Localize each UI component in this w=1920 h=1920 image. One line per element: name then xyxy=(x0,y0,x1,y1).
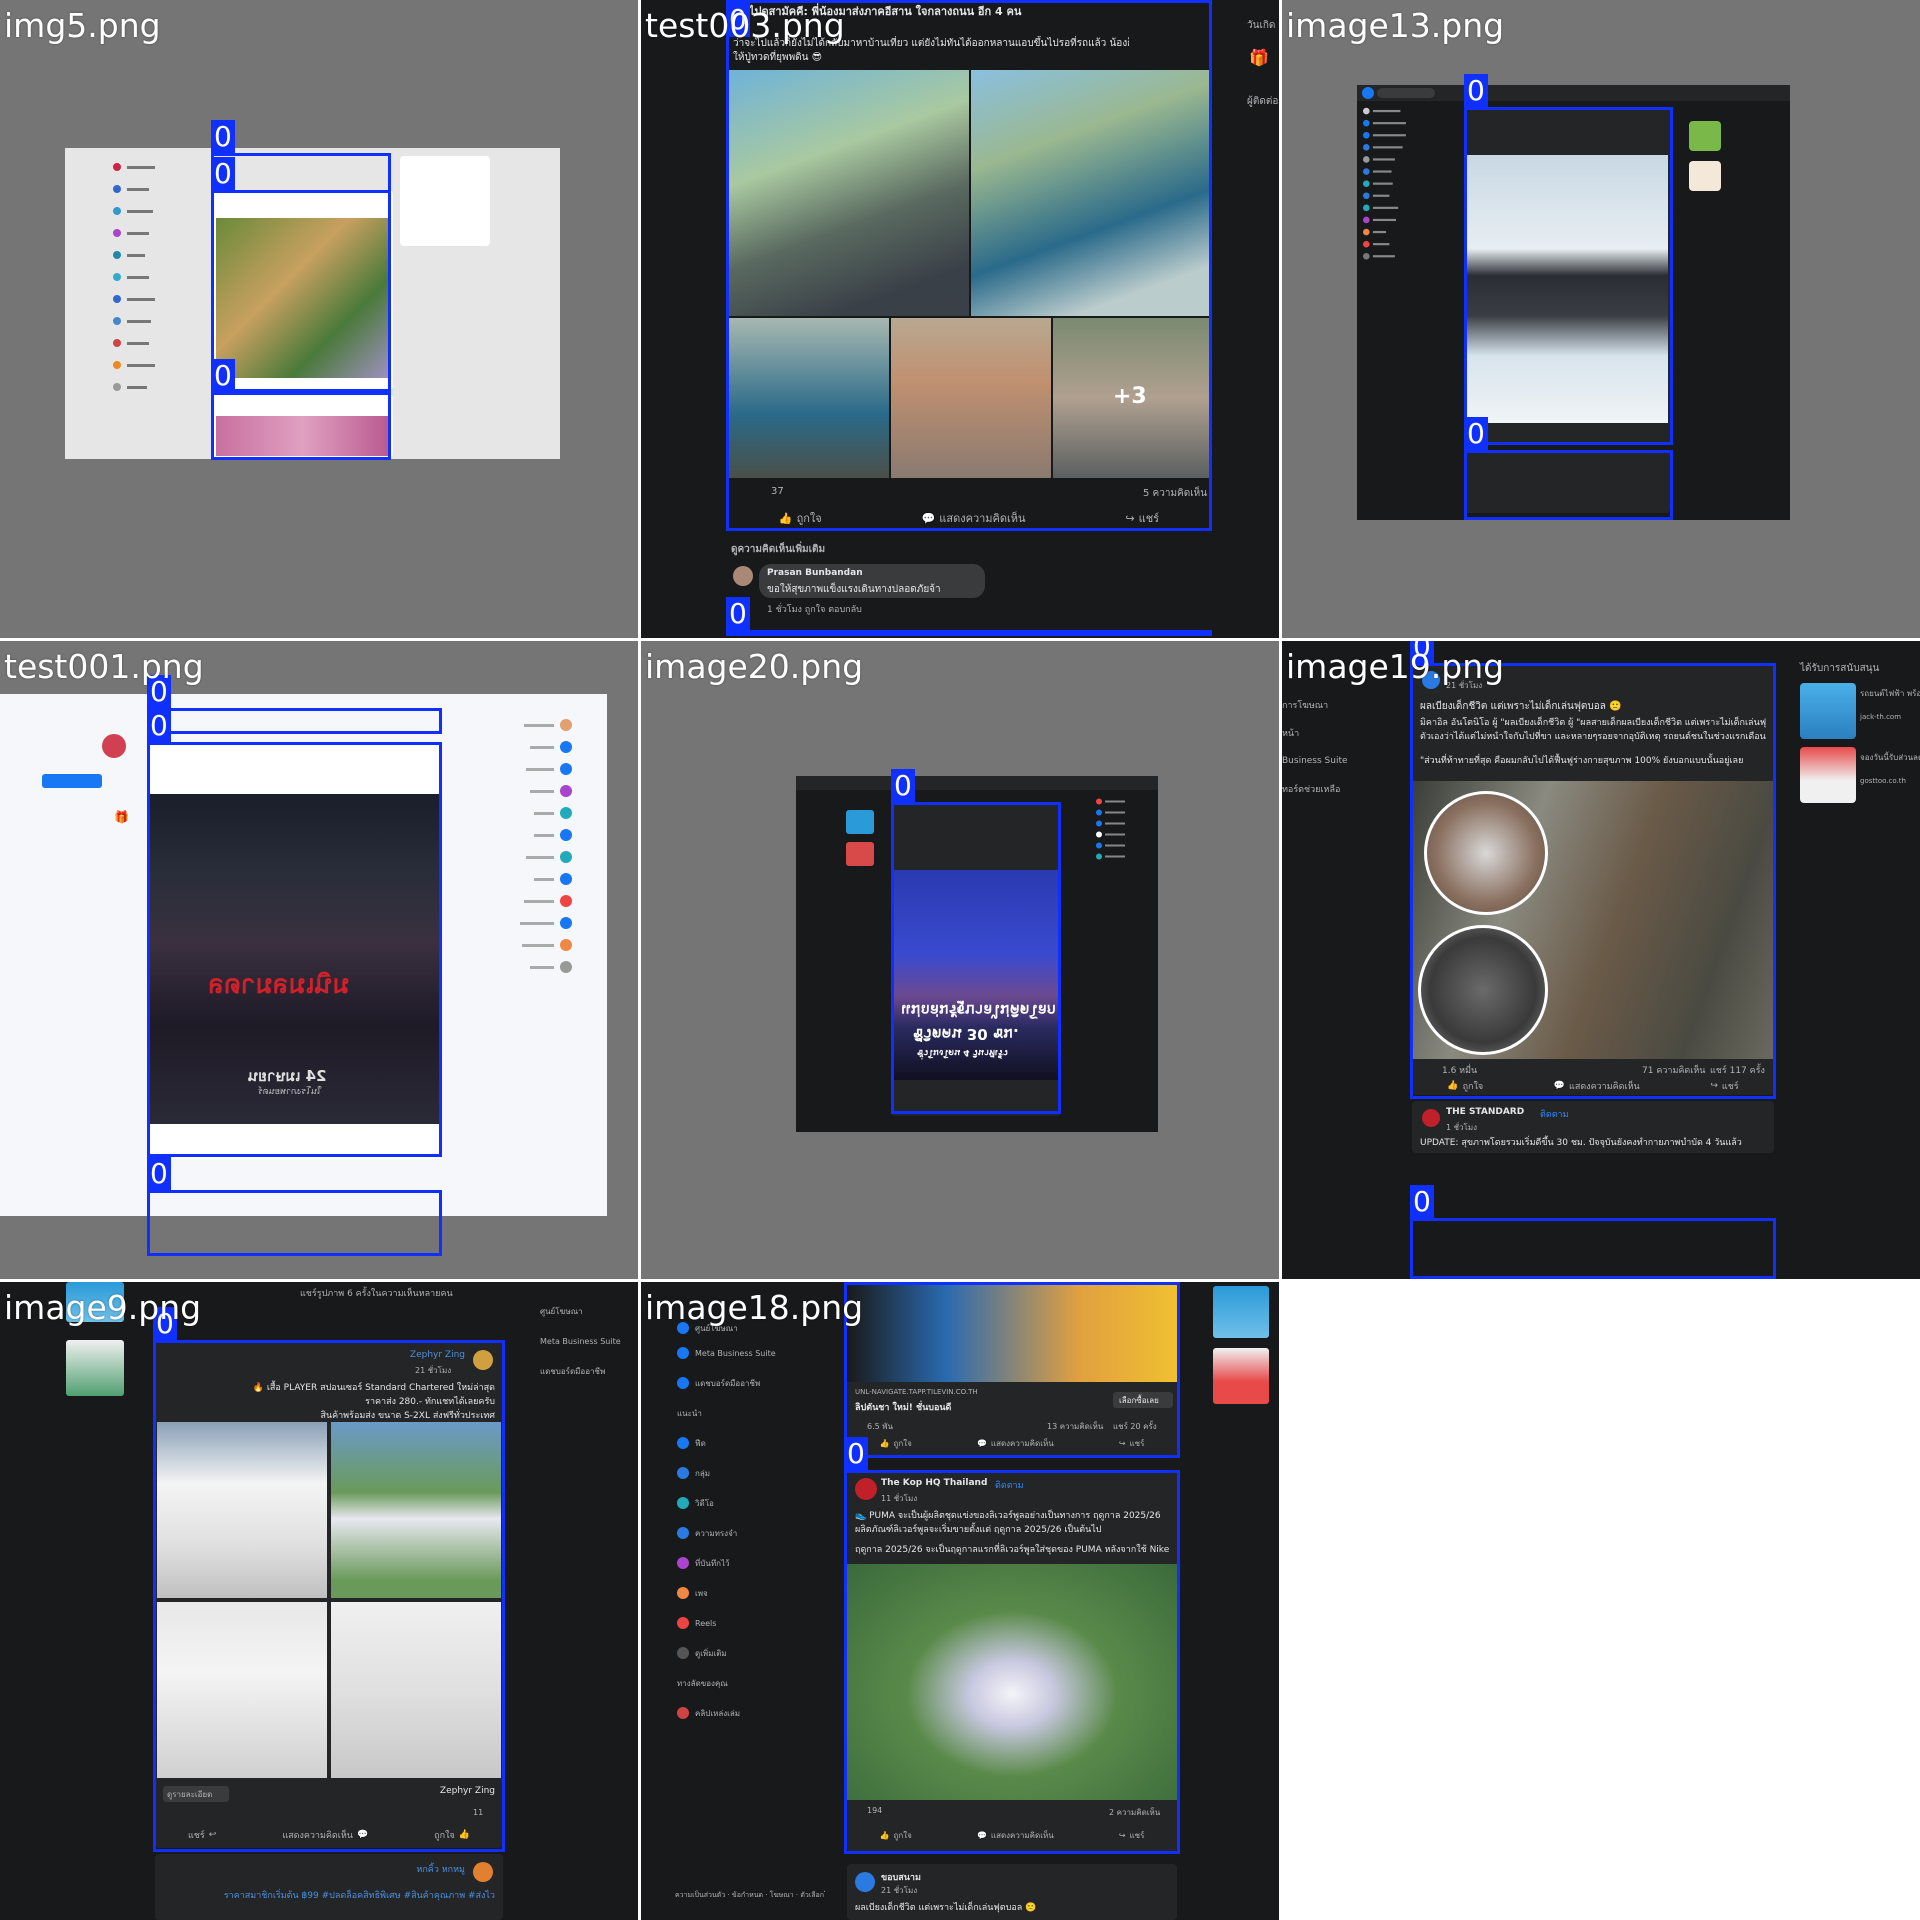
detection-box: 0 xyxy=(891,769,1061,1114)
tile-label: test001.png xyxy=(4,647,204,686)
feed-post-next: THE STANDARD ติดตาม 1 ชั่วโมง UPDATE: สุ… xyxy=(1412,1101,1774,1153)
next-page-name[interactable]: ขอบสนาม xyxy=(881,1870,981,1884)
sponsored-ads xyxy=(806,806,876,866)
tile-label: image20.png xyxy=(645,647,864,686)
grid-divider xyxy=(638,0,641,1920)
sponsored-panel xyxy=(1687,107,1787,207)
more-comments-link[interactable]: ดูความคิดเห็นเพิ่มเติม xyxy=(731,542,825,557)
contacts-panel: 🎁 xyxy=(6,714,129,834)
comment-text: ขอให้สุขภาพแข็งแรงเดินทางปลอดภัยจ้า xyxy=(767,584,941,595)
detection-grid: img5.png 0 0 0 test003.png ไปดูสามัคคี: … xyxy=(0,0,1920,1920)
tile-label: test003.png xyxy=(645,6,845,45)
detection-box: 0 xyxy=(726,0,1212,531)
search-field[interactable] xyxy=(1377,88,1435,98)
detection-box: 0 xyxy=(211,157,391,392)
right-panel xyxy=(400,156,490,246)
tile-image19: image19.png การโฆษณา หน้า Business Suite… xyxy=(1282,641,1920,1279)
left-nav xyxy=(1363,105,1406,262)
comment-meta: 1 ชั่วโมง ถูกใจ ตอบกลับ xyxy=(767,605,862,615)
feed-post-next: ขอบสนาม 21 ชั่วโมง ผลเบียงเด็กชีวิต แต่เ… xyxy=(847,1864,1177,1920)
birthday-heading: วันเกิด xyxy=(1247,20,1276,31)
sponsored-heading: ได้รับการสนับสนุน xyxy=(1800,663,1880,674)
page-avatar[interactable] xyxy=(855,1872,875,1892)
gift-icon: 🎁 xyxy=(114,810,129,824)
contacts-heading: ผู้ติดต่อ xyxy=(1247,96,1279,107)
facebook-logo-icon xyxy=(1362,87,1374,99)
next-post-body: ราคาสมาชิกเริ่มต้น ฿99 #ปลดล็อคสิทธิพิเศ… xyxy=(223,1891,495,1901)
tile-label: image13.png xyxy=(1286,6,1505,45)
top-bar xyxy=(796,776,1158,790)
tile-test003: test003.png ไปดูสามัคคี: พี่น้องมาส่งภาค… xyxy=(641,0,1279,638)
commenter-avatar xyxy=(733,566,753,586)
detection-box: 0 xyxy=(211,120,391,193)
gift-icon: 🎁 xyxy=(1249,48,1269,67)
grid-divider xyxy=(0,1279,1920,1282)
detection-box: 0 xyxy=(1464,74,1673,445)
detection-box: 0 xyxy=(147,675,442,734)
tile-label: image9.png xyxy=(4,1288,202,1327)
tile-test001: test001.png 🎁 มนิเมลมาดล 24 เมษายน ในโรง… xyxy=(0,641,638,1279)
ad-url[interactable]: jack-th.com xyxy=(1860,713,1901,721)
next-post-time[interactable]: 21 ชั่วโมง xyxy=(881,1884,917,1897)
tile-label: image18.png xyxy=(645,1288,864,1327)
ad-title[interactable]: รถยนต์ไฟฟ้า พร้อมบริการ xyxy=(1860,687,1920,700)
commenter-name[interactable]: Prasan Bunbandan xyxy=(767,568,863,578)
sponsored-ads xyxy=(1213,1282,1273,1412)
accept-button[interactable] xyxy=(42,774,102,788)
detection-box: 0 xyxy=(1410,641,1776,1099)
tile-label: img5.png xyxy=(4,6,161,45)
detection-box: 0 xyxy=(211,359,391,460)
left-nav: ศูนย์โฆษณา Meta Business Suite แดชบอร์ดม… xyxy=(677,1322,776,1719)
contact-avatar[interactable] xyxy=(102,734,126,758)
next-post-body: UPDATE: สุขภาพโดยรวมเริ่มดีขึ้น 30 ชม. ป… xyxy=(1420,1138,1742,1148)
ad-thumbnail[interactable] xyxy=(1689,161,1721,191)
page-avatar[interactable] xyxy=(1422,1109,1440,1127)
left-nav: การโฆษณา หน้า Business Suite ทอร์ตช่วยเห… xyxy=(1282,701,1348,795)
ad-thumbnail[interactable] xyxy=(1800,747,1856,803)
detection-box: 0 xyxy=(153,1307,505,1852)
tile-label: image19.png xyxy=(1286,647,1505,686)
detection-box: 0 xyxy=(726,597,1212,636)
ad-thumbnail[interactable] xyxy=(1689,121,1721,151)
tile-img5: img5.png 0 0 0 xyxy=(0,0,638,638)
footer-links[interactable]: ความเป็นส่วนตัว · ข้อกำหนด · โฆษณา · ตัว… xyxy=(675,1890,825,1901)
next-post-body: ผลเบียงเด็กชีวิต แต่เพราะไม่เด็กเล่นฟุตบ… xyxy=(855,1903,1037,1913)
top-strip-text: แชร์รูปภาพ 6 ครั้งในความเห็นหลายคน xyxy=(300,1289,453,1299)
right-nav: ศูนย์โฆษณา Meta Business Suite แดชบอร์ดม… xyxy=(540,1306,621,1376)
right-nav xyxy=(520,714,572,978)
next-page-name[interactable]: THE STANDARD xyxy=(1446,1107,1536,1117)
ad-title[interactable]: จองวันนี้รับส่วนลดสูงสุด 1,000,000 xyxy=(1860,751,1920,764)
feed-post-next: หกคิ้ว หกหมู ราคาสมาชิกเริ่มต้น ฿99 #ปลด… xyxy=(155,1854,503,1920)
ad-url[interactable]: gosttoo.co.th xyxy=(1860,777,1906,785)
empty-cell xyxy=(1282,1282,1920,1920)
detection-box: 0 xyxy=(147,1157,442,1256)
detection-box: 0 xyxy=(1410,1185,1776,1279)
next-page-name[interactable]: หกคิ้ว หกหมู xyxy=(355,1862,465,1876)
detection-box: 0 xyxy=(147,709,442,1157)
page-avatar[interactable] xyxy=(473,1862,493,1882)
next-post-time[interactable]: 1 ชั่วโมง xyxy=(1446,1121,1477,1134)
tile-image9: image9.png แชร์รูปภาพ 6 ครั้งในความเห็นห… xyxy=(0,1282,638,1920)
grid-divider xyxy=(1279,0,1282,1920)
detection-box: 0 xyxy=(844,1437,1180,1854)
grid-divider xyxy=(0,638,1920,641)
detection-box: 0 xyxy=(1464,417,1673,520)
tile-image20: image20.png แม่ถล่มรัฐบาลไม่คิดโลก ชีวิต… xyxy=(641,641,1279,1279)
left-nav xyxy=(113,156,155,398)
ad-thumbnail[interactable] xyxy=(1800,683,1856,739)
right-nav xyxy=(1096,796,1125,862)
next-page-follow[interactable]: ติดตาม xyxy=(1540,1107,1569,1121)
tile-image13: image13.png 0 0 xyxy=(1282,0,1920,638)
detection-box: 0 xyxy=(844,1282,1180,1458)
tile-image18: image18.png ศูนย์โฆษณา Meta Business Sui… xyxy=(641,1282,1279,1920)
